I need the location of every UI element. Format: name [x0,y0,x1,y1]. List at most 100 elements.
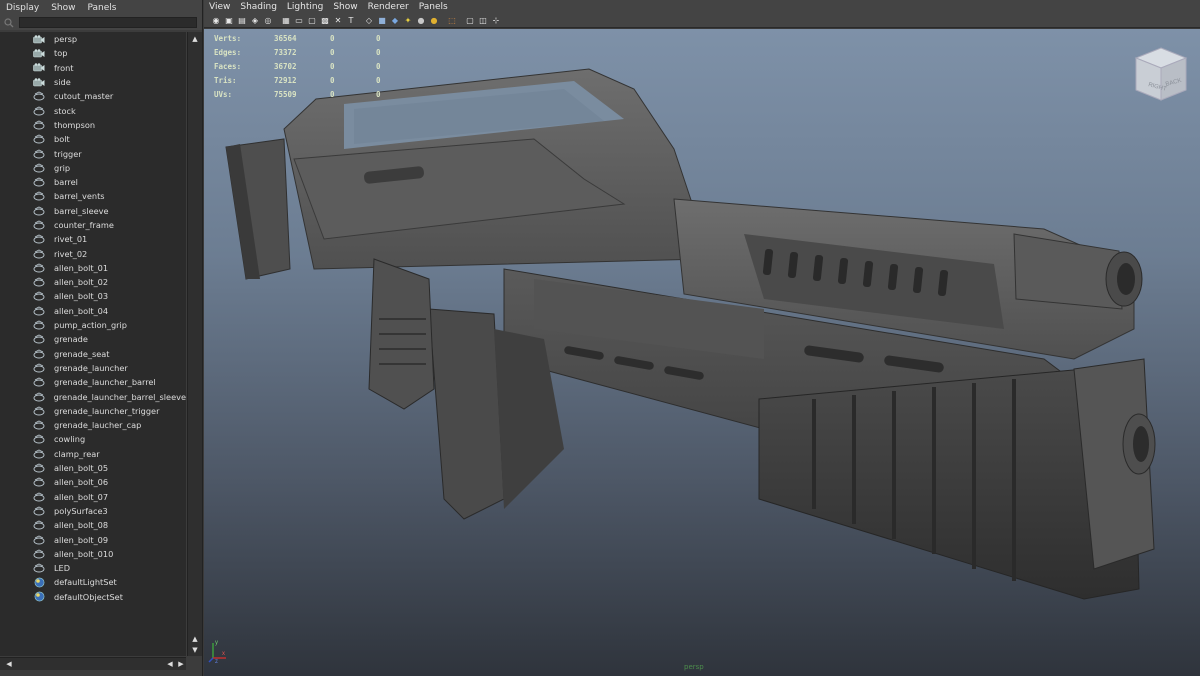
outliner-item[interactable]: counter_frame [0,218,186,232]
outliner-item[interactable]: LED [0,561,186,575]
outliner-item[interactable]: grip [0,161,186,175]
use-lights-icon[interactable]: ✦ [402,15,414,26]
axis-x-label: x [222,651,225,657]
mesh-icon [32,434,46,444]
pulse-rifle-model[interactable] [204,29,1200,676]
outliner-item[interactable]: polySurface3 [0,504,186,518]
viewport-menu-renderer[interactable]: Renderer [363,2,414,12]
outliner-item[interactable]: allen_bolt_010 [0,547,186,561]
viewport-persp[interactable]: Verts: 36564 0 0 Edges: 73372 0 0 Faces:… [204,29,1200,676]
filter-icon[interactable] [3,17,15,29]
outliner-item[interactable]: allen_bolt_05 [0,461,186,475]
viewport-menu-lighting[interactable]: Lighting [282,2,328,12]
viewport-menu-shading[interactable]: Shading [235,2,282,12]
outliner-item-label: trigger [54,148,82,159]
outliner-item[interactable]: rivet_02 [0,246,186,260]
outliner-item[interactable]: grenade_laucher_cap [0,418,186,432]
outliner-item[interactable]: barrel_vents [0,189,186,203]
outliner-item[interactable]: barrel [0,175,186,189]
outliner-horizontal-scrollbar[interactable]: ◀ ◀ ▶ [0,657,186,670]
outliner-item-label: allen_bolt_09 [54,534,109,545]
outliner-item-label: grenade_launcher_barrel [54,377,156,388]
outliner-item[interactable]: persp [0,32,186,46]
outliner-item[interactable]: stock [0,103,186,117]
scroll-up-arrow-icon[interactable]: ▲ [188,34,202,44]
outliner-item[interactable]: barrel_sleeve [0,204,186,218]
hud-value: 0 [330,33,335,43]
viewport-menu-panels[interactable]: Panels [414,2,453,12]
outliner-item[interactable]: thompson [0,118,186,132]
mesh-icon [32,492,46,502]
outliner-item[interactable]: allen_bolt_07 [0,490,186,504]
outliner-item[interactable]: front [0,61,186,75]
outliner-item[interactable]: allen_bolt_08 [0,518,186,532]
xray-icon[interactable]: ▢ [464,15,476,26]
select-camera-icon[interactable]: ◉ [210,15,222,26]
outliner-vertical-scrollbar[interactable]: ▲ ▲ ▼ [187,32,202,656]
2d-pan-zoom-icon[interactable]: ◎ [262,15,274,26]
safe-title-icon[interactable]: T [345,15,357,26]
field-chart-icon[interactable]: ✕ [332,15,344,26]
outliner-item[interactable]: grenade_launcher_barrel_sleeve [0,389,186,403]
outliner-item[interactable]: grenade_seat [0,347,186,361]
outliner-item[interactable]: allen_bolt_03 [0,289,186,303]
scroll-right-arrow-icon[interactable]: ▶ [174,659,188,669]
outliner-item-label: allen_bolt_02 [54,277,109,288]
wireframe-icon[interactable]: ◇ [363,15,375,26]
outliner-item[interactable]: pump_action_grip [0,318,186,332]
outliner-item[interactable]: allen_bolt_06 [0,475,186,489]
outliner-menu-show[interactable]: Show [45,3,81,13]
scroll-left-arrow-icon[interactable]: ◀ [2,659,16,669]
resolution-gate-icon[interactable]: ▢ [306,15,318,26]
xray-joints-icon[interactable]: ◫ [477,15,489,26]
smooth-shade-icon[interactable]: ■ [376,15,388,26]
hud-row-edges: Edges: 73372 0 0 [214,45,396,59]
outliner-item[interactable]: allen_bolt_01 [0,261,186,275]
textured-icon[interactable]: ◆ [389,15,401,26]
outliner-item[interactable]: grenade_launcher_trigger [0,404,186,418]
viewcube[interactable]: RIGHT BACK [1134,46,1188,102]
shadows-icon[interactable]: ● [415,15,427,26]
component-xray-icon[interactable]: ⊹ [490,15,502,26]
viewport-menu-view[interactable]: View [204,2,235,12]
scroll-down-arrow-icon[interactable]: ▼ [188,645,202,655]
mesh-icon [32,334,46,344]
outliner-item-label: allen_bolt_01 [54,262,109,273]
outliner-item[interactable]: defaultLightSet [0,575,186,589]
isolate-select-icon[interactable]: ⬚ [446,15,458,26]
camera-attributes-icon[interactable]: ▣ [223,15,235,26]
outliner-filter-row [0,15,202,30]
outliner-item[interactable]: grenade [0,332,186,346]
outliner-menu-display[interactable]: Display [0,3,45,13]
outliner-item[interactable]: top [0,46,186,60]
grid-icon[interactable]: ▦ [280,15,292,26]
outliner-item[interactable]: cutout_master [0,89,186,103]
outliner-item[interactable]: allen_bolt_04 [0,304,186,318]
outliner-item-label: persp [54,34,78,45]
gate-mask-icon[interactable]: ▩ [319,15,331,26]
outliner-item[interactable]: trigger [0,146,186,160]
viewport-menu-show[interactable]: Show [328,2,362,12]
outliner-item[interactable]: side [0,75,186,89]
outliner-item[interactable]: cowling [0,432,186,446]
hud-value: 72912 [274,76,297,86]
ambient-occlusion-icon[interactable]: ● [428,15,440,26]
outliner-item[interactable]: grenade_launcher [0,361,186,375]
outliner-item-label: allen_bolt_08 [54,520,109,531]
outliner-search-input[interactable] [19,17,197,28]
outliner-item[interactable]: allen_bolt_02 [0,275,186,289]
outliner-item[interactable]: bolt [0,132,186,146]
camera-icon [32,34,46,44]
mesh-icon [32,234,46,244]
scroll-up-arrow-icon[interactable]: ▲ [188,634,202,644]
outliner-item[interactable]: grenade_launcher_barrel [0,375,186,389]
outliner-item[interactable]: rivet_01 [0,232,186,246]
outliner-item[interactable]: defaultObjectSet [0,590,186,604]
image-plane-icon[interactable]: ◈ [249,15,261,26]
film-gate-icon[interactable]: ▭ [293,15,305,26]
outliner-item[interactable]: clamp_rear [0,447,186,461]
bookmarks-icon[interactable]: ▤ [236,15,248,26]
outliner-item[interactable]: allen_bolt_09 [0,532,186,546]
outliner-item-label: front [54,62,74,73]
outliner-menu-panels[interactable]: Panels [81,3,122,13]
